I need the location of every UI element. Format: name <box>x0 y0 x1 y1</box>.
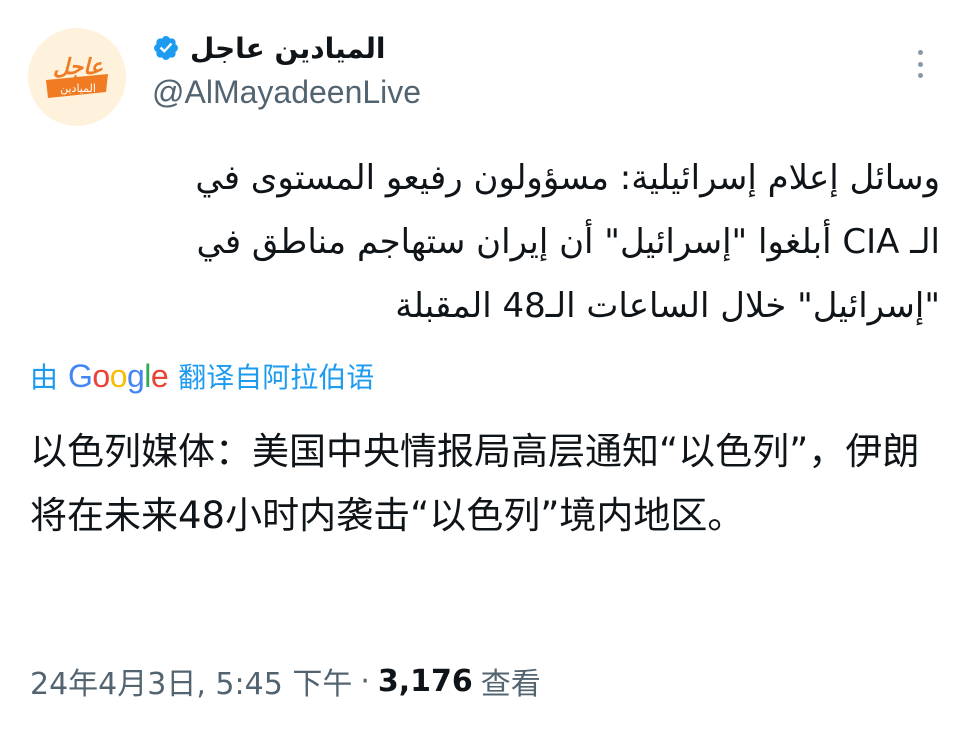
translated-text: 以色列媒体：美国中央情报局高层通知“以色列”，伊朗将在未来48小时内袭击“以色列… <box>30 430 920 537</box>
tweet-card: عاجل الميادين الميادين عاجل @AlMayadeenL… <box>0 0 960 730</box>
tweet-text-line: الـ CIA أبلغوا "إسرائيل" أن إيران ستهاجم… <box>196 222 941 262</box>
verified-badge-icon <box>154 36 178 60</box>
translation-prefix: 由 <box>30 361 59 394</box>
avatar-badge-text: عاجل <box>53 55 103 80</box>
view-count: 3,176 <box>377 663 473 699</box>
translation-suffix: 翻译自阿拉伯语 <box>178 361 375 394</box>
tweet-text-line: وسائل إعلام إسرائيلية: مسؤولون رفيعو الم… <box>195 158 940 198</box>
tweet-timestamp[interactable]: 24年4月3日, 5:45 下午 <box>30 659 352 703</box>
avatar[interactable]: عاجل الميادين <box>28 28 126 126</box>
tweet-meta: 24年4月3日, 5:45 下午 · 3,176 查看 <box>30 656 541 706</box>
avatar-sub-text: الميادين <box>60 82 96 95</box>
author-handle[interactable]: @AlMayadeenLive <box>152 74 421 111</box>
author-display-name[interactable]: الميادين عاجل <box>190 32 385 65</box>
more-dot <box>917 50 923 55</box>
more-dot <box>917 61 923 67</box>
more-dot <box>917 73 923 78</box>
avatar-logo: عاجل الميادين <box>28 28 126 126</box>
author-name-row[interactable]: الميادين عاجل <box>152 28 385 68</box>
meta-separator: · <box>360 663 370 699</box>
tweet-text: وسائل إعلام إسرائيلية: مسؤولون رفيعو الم… <box>40 146 940 338</box>
tweet-text-line: "إسرائيل" خلال الساعات الـ48 المقبلة <box>395 286 940 326</box>
google-logo: Google <box>68 357 169 394</box>
translation-attribution[interactable]: 由 Google 翻译自阿拉伯语 <box>30 354 374 398</box>
more-vertical-icon[interactable] <box>908 44 932 84</box>
view-label: 查看 <box>480 667 541 702</box>
